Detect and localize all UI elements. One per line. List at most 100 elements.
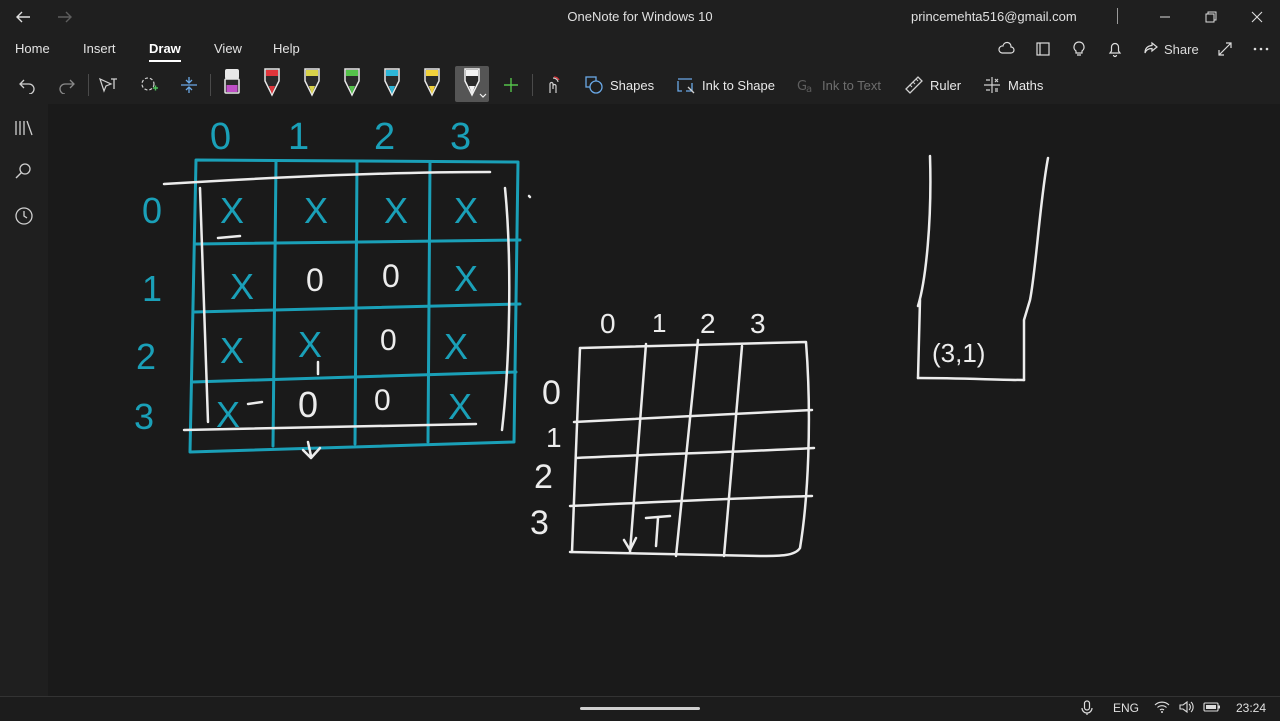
library-icon [15,120,33,136]
tab-draw[interactable]: Draw [149,41,181,62]
pen-red[interactable] [255,66,289,102]
lasso-button[interactable] [136,70,162,100]
hand-draw-icon [549,76,560,93]
grid2-lines [568,338,816,558]
pen-icon [424,68,440,97]
shapes-button[interactable]: Shapes [584,70,654,100]
language-indicator[interactable]: ENG [1113,701,1139,715]
volume-button[interactable] [1179,700,1195,717]
type-select-icon [98,77,117,93]
left-sidebar [0,104,48,696]
maths-icon [984,77,1000,93]
touch-draw-button[interactable] [540,70,564,100]
svg-text:a: a [806,84,812,95]
ruler-label: Ruler [930,77,962,93]
pen-icon [344,68,360,97]
restore-button[interactable] [1188,0,1234,34]
grid1-row-label: 3 [134,396,155,437]
grid1-row-label: 2 [136,336,157,377]
lasso-select-button[interactable] [95,70,121,100]
title-bar: OneNote for Windows 10 princemehta516@gm… [0,0,1280,34]
battery-icon [1203,702,1220,712]
share-button[interactable]: Share [1142,38,1199,60]
pen-icon [464,68,487,98]
notebooks-nav-button[interactable] [12,116,36,140]
grid1-cell: X [220,190,245,231]
redo-button[interactable] [54,70,80,100]
pen-icon [304,68,320,97]
grid2-col-label: 2 [700,308,716,339]
tell-me-button[interactable] [1070,38,1088,60]
ink-to-shape-button[interactable]: Ink to Shape [676,70,775,100]
grid1-cell: 0 [374,384,391,417]
recent-nav-button[interactable] [12,204,36,228]
maths-label: Maths [1008,77,1044,93]
account-email[interactable]: princemehta516@gmail.com [911,9,1077,24]
ruler-icon [905,76,923,94]
grid1-cell: X [230,266,255,307]
redo-icon [59,79,75,94]
bell-icon [1108,42,1122,58]
title-separator [1117,8,1118,24]
tab-insert[interactable]: Insert [83,41,116,56]
grid2-mark: T [674,624,675,626]
microphone-icon [1081,700,1093,715]
note-canvas[interactable]: 0 1 2 3 0 1 2 3 X X X X X 0 0 X X X 0 X … [48,104,1280,696]
pen-green[interactable] [335,66,369,102]
grid1-cell: X [304,190,329,231]
notifications-button[interactable] [1106,38,1124,60]
pen-white-selected[interactable] [455,66,489,102]
clock[interactable]: 23:24 [1236,701,1266,715]
restore-icon [1205,11,1217,23]
grid1-row-label: 0 [142,190,163,231]
ink-to-text-button[interactable]: Ga Ink to Text [796,70,881,100]
undo-button[interactable] [14,70,40,100]
gesture-handle[interactable] [580,707,700,710]
grid1-col-label: 2 [374,116,396,158]
share-icon [1144,41,1158,54]
grid1-cell: 0 [298,384,319,425]
maths-button[interactable]: Maths [982,70,1043,100]
notebooks-button[interactable] [1034,38,1052,60]
grid1-cell: X [448,386,473,427]
tab-help[interactable]: Help [273,41,300,56]
close-button[interactable] [1234,0,1280,34]
pen-yellow-green[interactable] [295,66,329,102]
grid1-cell: X [384,190,409,231]
pen-yellow[interactable] [415,66,449,102]
shapes-label: Shapes [610,77,655,93]
sync-status-button[interactable] [998,38,1016,60]
minimize-button[interactable] [1142,0,1188,34]
grid1-cell: X [454,190,479,231]
battery-button[interactable] [1203,701,1221,716]
tab-home[interactable]: Home [15,41,50,56]
toolbar-separator [88,74,89,96]
pen-purple[interactable] [215,66,249,102]
tab-view[interactable]: View [214,41,242,56]
toolbar-separator [210,74,211,96]
volume-icon [1179,700,1194,714]
ellipsis-icon [1253,47,1269,51]
stack-entry: (3,1) [932,338,986,368]
microphone-button[interactable] [1080,700,1094,719]
ink-to-text-label: Ink to Text [822,77,882,93]
search-nav-button[interactable] [12,159,36,183]
add-pen-button[interactable] [500,70,522,100]
ruler-button[interactable]: Ruler [904,70,961,100]
wifi-button[interactable] [1154,700,1170,717]
share-label: Share [1164,41,1199,57]
search-icon [15,163,31,179]
grid1-cell: 0 [382,258,400,294]
pen-cyan[interactable] [375,66,409,102]
ribbon-tabs: Home Insert Draw View Help [0,34,1280,66]
lasso-icon [141,77,158,91]
pen-icon [384,68,400,97]
fullscreen-button[interactable] [1216,38,1234,60]
undo-icon [19,79,35,94]
more-options-button[interactable] [1252,38,1270,60]
grid2-col-label: 0 [600,308,616,339]
ink-to-shape-label: Ink to Shape [702,77,775,93]
add-space-button[interactable] [176,70,202,100]
grid2-row-label: 1 [546,422,562,453]
grid1-col-label: 1 [288,116,310,158]
